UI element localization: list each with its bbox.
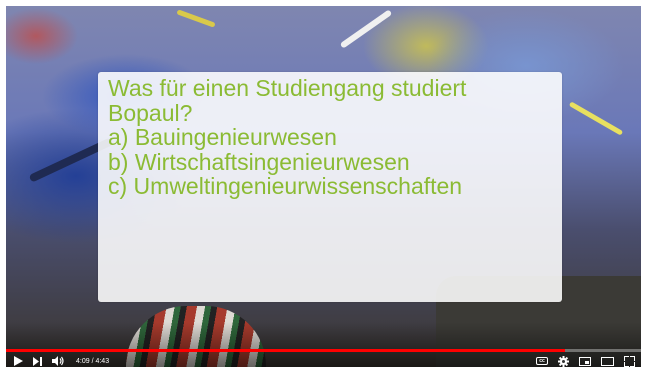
video-frame: Was für einen Studiengang studiert Bopau… [0,0,647,371]
volume-icon[interactable] [52,356,64,366]
painting-stroke [568,101,624,136]
quiz-option-b: b) Wirtschaftsingenieurwesen [108,148,410,175]
progress-bar-played [6,349,565,352]
painting-stroke [176,9,216,28]
quiz-question-line-2: Bopaul? [108,99,193,126]
miniplayer-icon[interactable] [579,356,591,366]
play-icon[interactable] [14,356,23,366]
quiz-option-a: a) Bauingenieurwesen [108,124,337,150]
quiz-overlay-card: Was für einen Studiengang studiert Bopau… [98,72,562,302]
right-controls: cc [536,355,635,367]
next-icon[interactable] [33,356,42,366]
quiz-text: Was für einen Studiengang studiert Bopau… [108,76,552,199]
left-controls: 4:09 / 4:43 [14,355,109,367]
quiz-question-line-1: Was für einen Studiengang studiert [108,75,467,101]
time-display: 4:09 / 4:43 [76,357,110,365]
subtitles-icon[interactable]: cc [536,357,548,365]
settings-gear-icon[interactable] [558,355,569,367]
painting-stroke [339,9,393,49]
fullscreen-icon[interactable] [624,355,635,367]
theater-mode-icon[interactable] [601,356,614,366]
quiz-option-c: c) Umweltingenieurwissenschaften [108,173,463,199]
progress-bar[interactable] [6,349,641,352]
